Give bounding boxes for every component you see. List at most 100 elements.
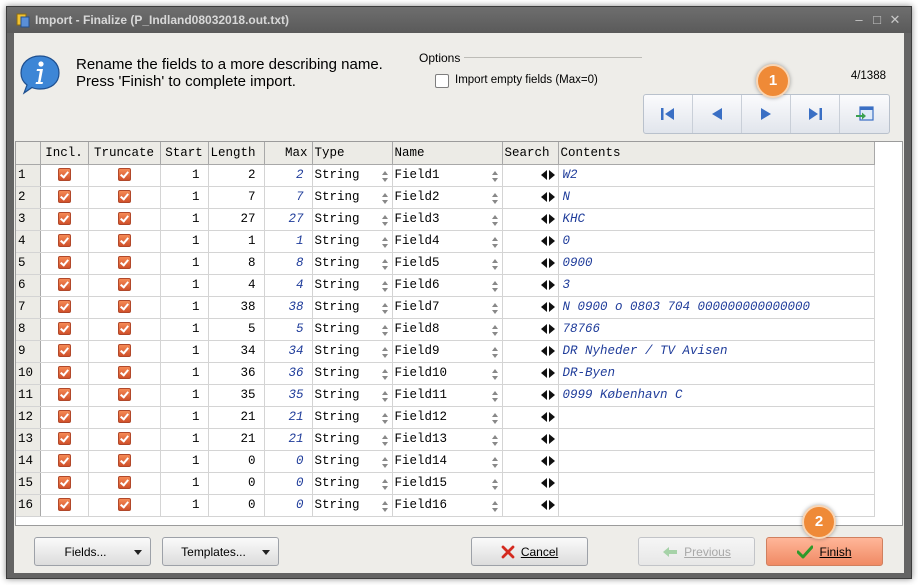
start-cell[interactable]: 1 bbox=[160, 362, 209, 385]
table-row[interactable]: 6 1 4 4 String Field6 3 bbox=[16, 274, 875, 297]
fields-dropdown-button[interactable]: Fields... bbox=[34, 537, 151, 566]
table-row[interactable]: 14 1 0 0 String Field14 bbox=[16, 450, 875, 473]
truncate-cell[interactable] bbox=[88, 318, 161, 341]
start-cell[interactable]: 1 bbox=[160, 186, 209, 209]
start-cell[interactable]: 1 bbox=[160, 230, 209, 253]
length-cell[interactable]: 21 bbox=[208, 406, 265, 429]
search-arrows-icon[interactable] bbox=[540, 345, 557, 356]
spinner-icon[interactable] bbox=[491, 214, 500, 227]
truncate-checkbox[interactable] bbox=[117, 388, 131, 402]
name-cell[interactable]: Field7 bbox=[392, 296, 503, 319]
start-cell[interactable]: 1 bbox=[160, 494, 209, 517]
close-icon[interactable]: ✕ bbox=[887, 12, 903, 28]
truncate-checkbox[interactable] bbox=[117, 432, 131, 446]
spinner-icon[interactable] bbox=[491, 280, 500, 293]
name-cell[interactable]: Field14 bbox=[392, 450, 503, 473]
start-cell[interactable]: 1 bbox=[160, 340, 209, 363]
name-cell[interactable]: Field11 bbox=[392, 384, 503, 407]
search-cell[interactable] bbox=[502, 384, 559, 407]
type-cell[interactable]: String bbox=[312, 384, 393, 407]
spinner-icon[interactable] bbox=[381, 500, 390, 513]
incl-cell[interactable] bbox=[40, 318, 89, 341]
search-cell[interactable] bbox=[502, 208, 559, 231]
truncate-cell[interactable] bbox=[88, 164, 161, 187]
incl-checkbox[interactable] bbox=[57, 322, 71, 336]
spinner-icon[interactable] bbox=[381, 456, 390, 469]
column-header-incl[interactable]: Incl. bbox=[40, 142, 89, 165]
incl-cell[interactable] bbox=[40, 472, 89, 495]
truncate-cell[interactable] bbox=[88, 230, 161, 253]
truncate-cell[interactable] bbox=[88, 494, 161, 517]
incl-cell[interactable] bbox=[40, 252, 89, 275]
name-cell[interactable]: Field9 bbox=[392, 340, 503, 363]
truncate-cell[interactable] bbox=[88, 186, 161, 209]
start-cell[interactable]: 1 bbox=[160, 318, 209, 341]
title-bar[interactable]: Import - Finalize (P_Indland08032018.out… bbox=[7, 7, 911, 33]
search-cell[interactable] bbox=[502, 296, 559, 319]
spinner-icon[interactable] bbox=[491, 456, 500, 469]
spinner-icon[interactable] bbox=[491, 236, 500, 249]
length-cell[interactable]: 8 bbox=[208, 252, 265, 275]
truncate-cell[interactable] bbox=[88, 208, 161, 231]
search-arrows-icon[interactable] bbox=[540, 169, 557, 180]
start-cell[interactable]: 1 bbox=[160, 406, 209, 429]
finish-button[interactable]: Finish bbox=[766, 537, 883, 566]
search-cell[interactable] bbox=[502, 428, 559, 451]
spinner-icon[interactable] bbox=[381, 368, 390, 381]
name-cell[interactable]: Field3 bbox=[392, 208, 503, 231]
spinner-icon[interactable] bbox=[381, 412, 390, 425]
search-cell[interactable] bbox=[502, 340, 559, 363]
truncate-cell[interactable] bbox=[88, 384, 161, 407]
last-record-button[interactable] bbox=[791, 95, 840, 133]
length-cell[interactable]: 2 bbox=[208, 164, 265, 187]
length-cell[interactable]: 0 bbox=[208, 494, 265, 517]
incl-checkbox[interactable] bbox=[57, 366, 71, 380]
truncate-checkbox[interactable] bbox=[117, 234, 131, 248]
incl-checkbox[interactable] bbox=[57, 212, 71, 226]
length-cell[interactable]: 27 bbox=[208, 208, 265, 231]
table-row[interactable]: 1 1 2 2 String Field1 W2 bbox=[16, 164, 875, 187]
search-cell[interactable] bbox=[502, 406, 559, 429]
spinner-icon[interactable] bbox=[491, 192, 500, 205]
start-cell[interactable]: 1 bbox=[160, 252, 209, 275]
name-cell[interactable]: Field4 bbox=[392, 230, 503, 253]
spinner-icon[interactable] bbox=[381, 302, 390, 315]
truncate-cell[interactable] bbox=[88, 450, 161, 473]
spinner-icon[interactable] bbox=[491, 434, 500, 447]
incl-cell[interactable] bbox=[40, 450, 89, 473]
length-cell[interactable]: 7 bbox=[208, 186, 265, 209]
spinner-icon[interactable] bbox=[491, 346, 500, 359]
length-cell[interactable]: 0 bbox=[208, 472, 265, 495]
import-empty-fields-label[interactable]: Import empty fields (Max=0) bbox=[455, 74, 598, 86]
spinner-icon[interactable] bbox=[381, 170, 390, 183]
truncate-checkbox[interactable] bbox=[117, 300, 131, 314]
spinner-icon[interactable] bbox=[381, 324, 390, 337]
truncate-checkbox[interactable] bbox=[117, 476, 131, 490]
start-cell[interactable]: 1 bbox=[160, 472, 209, 495]
incl-cell[interactable] bbox=[40, 362, 89, 385]
incl-cell[interactable] bbox=[40, 208, 89, 231]
column-header-max[interactable]: Max bbox=[264, 142, 313, 165]
name-cell[interactable]: Field8 bbox=[392, 318, 503, 341]
search-cell[interactable] bbox=[502, 186, 559, 209]
search-cell[interactable] bbox=[502, 362, 559, 385]
column-header-name[interactable]: Name bbox=[392, 142, 503, 165]
name-cell[interactable]: Field5 bbox=[392, 252, 503, 275]
search-arrows-icon[interactable] bbox=[540, 455, 557, 466]
search-arrows-icon[interactable] bbox=[540, 191, 557, 202]
spinner-icon[interactable] bbox=[491, 368, 500, 381]
search-cell[interactable] bbox=[502, 494, 559, 517]
incl-cell[interactable] bbox=[40, 274, 89, 297]
name-cell[interactable]: Field16 bbox=[392, 494, 503, 517]
search-arrows-icon[interactable] bbox=[540, 499, 557, 510]
spinner-icon[interactable] bbox=[381, 258, 390, 271]
search-cell[interactable] bbox=[502, 164, 559, 187]
truncate-cell[interactable] bbox=[88, 340, 161, 363]
incl-checkbox[interactable] bbox=[57, 410, 71, 424]
table-row[interactable]: 16 1 0 0 String Field16 bbox=[16, 494, 875, 517]
table-row[interactable]: 9 1 34 34 String Field9 DR Nyheder / TV Avisen bbox=[16, 340, 875, 363]
start-cell[interactable]: 1 bbox=[160, 450, 209, 473]
incl-cell[interactable] bbox=[40, 384, 89, 407]
length-cell[interactable]: 34 bbox=[208, 340, 265, 363]
search-cell[interactable] bbox=[502, 252, 559, 275]
